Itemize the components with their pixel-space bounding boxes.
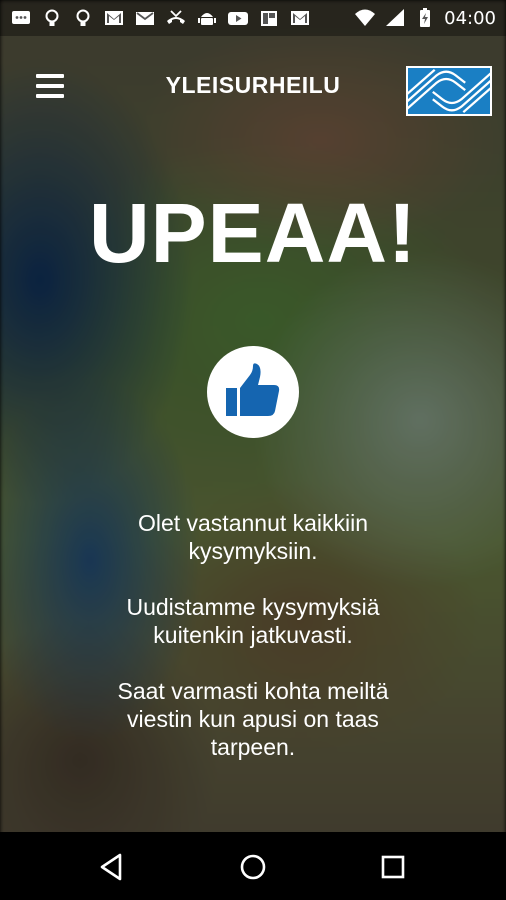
lightbulb-icon bbox=[72, 8, 94, 28]
system-icons: 04:00 bbox=[354, 8, 496, 29]
flipboard-icon bbox=[258, 8, 280, 28]
signal-icon bbox=[384, 8, 406, 28]
thumbs-up-icon bbox=[226, 363, 280, 416]
gmail-icon bbox=[103, 8, 125, 28]
home-icon[interactable] bbox=[236, 850, 270, 884]
status-bar: 04:00 bbox=[0, 0, 506, 36]
gmail-icon bbox=[289, 8, 311, 28]
android-icon bbox=[196, 8, 218, 28]
message-completed: Olet vastannut kaikkiin kysymyksiin. bbox=[0, 509, 506, 565]
federation-logo bbox=[406, 66, 492, 116]
thumbs-up-badge bbox=[207, 346, 299, 438]
missed-call-icon bbox=[165, 8, 187, 28]
battery-charging-icon bbox=[414, 8, 436, 28]
chat-icon bbox=[10, 8, 32, 28]
message-line: kuitenkin jatkuvasti. bbox=[153, 622, 353, 648]
page-headline: UPEAA! bbox=[88, 186, 417, 280]
navigation-bar bbox=[0, 832, 506, 900]
clock: 04:00 bbox=[444, 7, 496, 29]
message-notify: Saat varmasti kohta meiltä viestin kun a… bbox=[0, 677, 506, 761]
message-line: Uudistamme kysymyksiä bbox=[126, 594, 380, 620]
mail-icon bbox=[134, 8, 156, 28]
app-header: YLEISURHEILU bbox=[0, 36, 506, 136]
recents-icon[interactable] bbox=[376, 850, 410, 884]
wifi-icon bbox=[354, 8, 376, 28]
notification-icons bbox=[10, 8, 311, 28]
message-line: tarpeen. bbox=[210, 734, 296, 760]
lightbulb-icon bbox=[41, 8, 63, 28]
back-icon[interactable] bbox=[96, 850, 130, 884]
message-line: Olet vastannut kaikkiin bbox=[137, 510, 369, 536]
message-line: kysymyksiin. bbox=[188, 538, 318, 564]
message-line: viestin kun apusi on taas bbox=[127, 706, 379, 732]
message-line: Saat varmasti kohta meiltä bbox=[117, 678, 389, 704]
youtube-icon bbox=[227, 8, 249, 28]
message-updating: Uudistamme kysymyksiä kuitenkin jatkuvas… bbox=[0, 593, 506, 649]
